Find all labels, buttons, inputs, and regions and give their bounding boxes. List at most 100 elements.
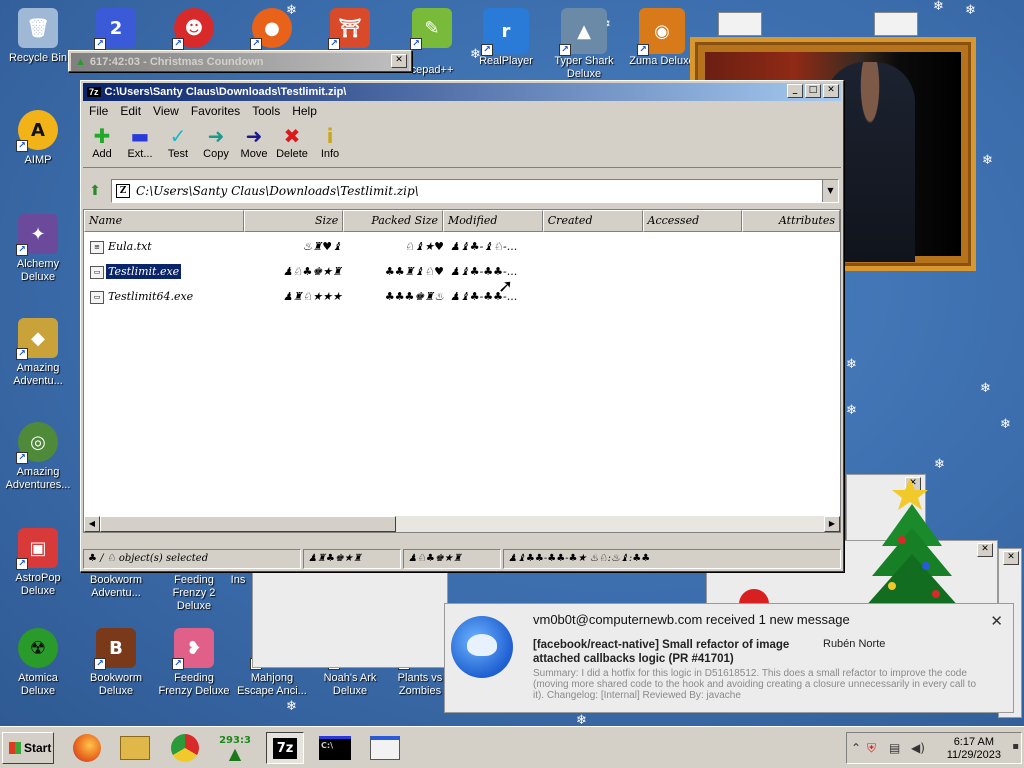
recycle-bin-desktop-icon[interactable]: 🗑 Recycle Bin	[0, 8, 76, 65]
up-folder-button[interactable]: ⬆	[85, 181, 105, 201]
taskbar-chrome[interactable]	[166, 732, 204, 764]
aimp-desktop-icon[interactable]: A ↗ AIMP	[0, 110, 76, 167]
address-bar: ⬆ Z C:\Users\Santy Claus\Downloads\Testl…	[83, 177, 841, 205]
start-button[interactable]: Start	[2, 732, 54, 764]
scroll-left-button[interactable]: ◀	[84, 516, 100, 532]
show-desktop-icon[interactable]: ▪	[1012, 741, 1019, 752]
taskbar: Start 293:3 ▲ 7z C:\ ⌃ ⛨ ▤ ◀) 6:17 AM 11…	[0, 726, 1024, 768]
address-field[interactable]: Z C:\Users\Santy Claus\Downloads\Testlim…	[111, 179, 839, 203]
taskbar-thunderbird[interactable]	[366, 732, 404, 764]
firefox-desktop-icon[interactable]: ● ↗	[234, 8, 310, 52]
desktop-icon-label: Amazing Adventu...	[13, 362, 63, 387]
elmo-desktop-icon[interactable]: ☻ ↗	[156, 8, 232, 52]
copy-button[interactable]: ➜ Copy	[197, 122, 235, 167]
file-name: Testlimit.exe	[104, 263, 183, 280]
bookworm-adventures-desktop-icon[interactable]: Bookworm Adventu...	[78, 574, 154, 600]
amazing-adventures-desktop-icon[interactable]: ◆ ↗ Amazing Adventu...	[0, 318, 76, 388]
background-dialog	[252, 572, 448, 668]
realplayer-desktop-icon[interactable]: r ↗ RealPlayer	[468, 8, 544, 71]
taskbar-7zip[interactable]: 7z	[266, 732, 304, 764]
taskbar-file-explorer[interactable]	[116, 732, 154, 764]
feeding-frenzy-desktop-icon[interactable]: ❥ ↗ Feeding Frenzy Deluxe	[156, 628, 232, 698]
file-packed-size: ♘♝★♥	[404, 240, 444, 253]
file-row[interactable]: ≡ Eula.txt ♨♜♥♝ ♘♝★♥ ♟♝♣-♝♘-...	[84, 236, 840, 260]
typer-shark-desktop-icon[interactable]: ▲ ↗ Typer Shark Deluxe	[546, 8, 622, 84]
menu-tools[interactable]: Tools	[246, 102, 286, 120]
desktop-icon-label: Typer Shark Deluxe	[554, 55, 614, 80]
window-thumbnail	[874, 12, 918, 36]
column-packed-size[interactable]: Packed Size	[343, 210, 444, 232]
maximize-button[interactable]: □	[805, 84, 821, 98]
file-row-selected[interactable]: ▭ Testlimit.exe ♟♘♣♚★♜ ♣♣♜♝♘♥ ♟♝♣-♣♣-...	[84, 261, 840, 285]
move-button[interactable]: ➜ Move	[235, 122, 273, 167]
minimize-button[interactable]: _	[787, 84, 803, 98]
desktop-icon-label: AstroPop Deluxe	[15, 572, 61, 597]
extract-icon: ▬	[130, 124, 150, 148]
exe-file-icon: ▭	[90, 266, 104, 279]
close-icon[interactable]: ✕	[990, 612, 1003, 630]
astropop-deluxe-desktop-icon[interactable]: ▣ ↗ AstroPop Deluxe	[0, 528, 76, 598]
menu-help[interactable]: Help	[286, 102, 323, 120]
menu-file[interactable]: File	[83, 102, 114, 120]
scroll-thumb[interactable]	[100, 516, 396, 532]
menu-edit[interactable]: Edit	[114, 102, 147, 120]
background-dialog-close-button[interactable]: ✕	[1003, 551, 1019, 565]
taskbar-firefox[interactable]	[68, 732, 106, 764]
taskbar-command-prompt[interactable]: C:\	[316, 732, 354, 764]
message-author: Rubén Norte	[823, 638, 886, 650]
torii-icon: ⛩ ↗	[328, 8, 370, 50]
clock-time: 6:17 AM	[953, 736, 995, 748]
security-alert-icon[interactable]: ⛨	[867, 741, 876, 756]
volume-icon[interactable]: ◀)	[911, 741, 925, 755]
column-created[interactable]: Created	[542, 210, 643, 232]
countdown-titlebar[interactable]: ▲ 617:42:03 - Christmas Coundown	[71, 53, 409, 71]
alchemy-deluxe-desktop-icon[interactable]: ✦ ↗ Alchemy Deluxe	[0, 214, 76, 284]
extract-button[interactable]: ▬ Ext...	[121, 122, 159, 167]
address-text: C:\Users\Santy Claus\Downloads\Testlimit…	[136, 184, 419, 198]
christmas-tree-icon	[864, 478, 960, 608]
test-button[interactable]: ✓ Test	[159, 122, 197, 167]
desktop-icon-label: Alchemy Deluxe	[16, 258, 60, 283]
bookworm-deluxe-desktop-icon[interactable]: B ↗ Bookworm Deluxe	[78, 628, 154, 698]
column-name[interactable]: Name	[84, 210, 244, 232]
scroll-right-button[interactable]: ▶	[824, 516, 840, 532]
horizontal-scrollbar[interactable]: ◀ ▶	[84, 516, 840, 532]
tree-icon: ▲	[75, 56, 86, 68]
7zip-titlebar[interactable]: 7z C:\Users\Santy Claus\Downloads\Testli…	[83, 83, 841, 101]
window-thumbnail	[718, 12, 762, 36]
app-2-icon: 2 ↗	[94, 8, 136, 50]
torii-desktop-icon[interactable]: ⛩ ↗	[312, 8, 388, 52]
column-accessed[interactable]: Accessed	[642, 210, 743, 232]
add-button[interactable]: ✚ Add	[83, 122, 121, 167]
app-2-desktop-icon[interactable]: 2 ↗	[78, 8, 154, 52]
menu-favorites[interactable]: Favorites	[185, 102, 246, 120]
close-button[interactable]: ✕	[823, 84, 839, 98]
tool-label: Move	[240, 148, 268, 160]
windows-flag-icon	[9, 742, 21, 754]
add-icon: ✚	[93, 124, 111, 148]
realplayer-icon: r ↗	[481, 8, 529, 56]
amazing-adventures-2-desktop-icon[interactable]: ◎ ↗ Amazing Adventures...	[0, 422, 76, 492]
chevron-down-icon[interactable]: ▼	[822, 180, 838, 202]
info-button[interactable]: i Info	[311, 122, 349, 167]
desktop-icon-label: cepad++	[410, 64, 454, 76]
wizard-icon: ✦ ↗	[16, 214, 58, 256]
file-size: ♨♜♥♝	[302, 240, 342, 253]
close-button[interactable]: ✕	[391, 54, 407, 68]
column-attributes[interactable]: Attributes	[742, 210, 840, 232]
chevron-up-icon[interactable]: ⌃	[851, 741, 861, 755]
mail-notification[interactable]: vm0b0t@computernewb.com received 1 new m…	[444, 603, 1014, 713]
clock[interactable]: 6:17 AM 11/29/2023	[947, 736, 1001, 762]
taskbar-christmas-countdown[interactable]: 293:3 ▲	[216, 732, 254, 764]
column-modified[interactable]: Modified	[443, 210, 543, 232]
file-packed-size: ♣♣♣♚♜♨	[384, 290, 444, 303]
file-row[interactable]: ▭ Testlimit64.exe ♟♜♘★★★ ♣♣♣♚♜♨ ♟♝♣-♣♣-.…	[84, 286, 840, 310]
zuma-deluxe-desktop-icon[interactable]: ◉ ↗ Zuma Deluxe	[624, 8, 700, 71]
tool-label: Copy	[203, 148, 229, 160]
atomica-deluxe-desktop-icon[interactable]: ☢ Atomica Deluxe	[0, 628, 76, 698]
network-icon[interactable]: ▤	[889, 741, 900, 755]
desktop-icon-label: Noah's Ark Deluxe	[323, 672, 377, 697]
delete-button[interactable]: ✖ Delete	[273, 122, 311, 167]
menu-view[interactable]: View	[147, 102, 185, 120]
column-size[interactable]: Size	[243, 210, 344, 232]
